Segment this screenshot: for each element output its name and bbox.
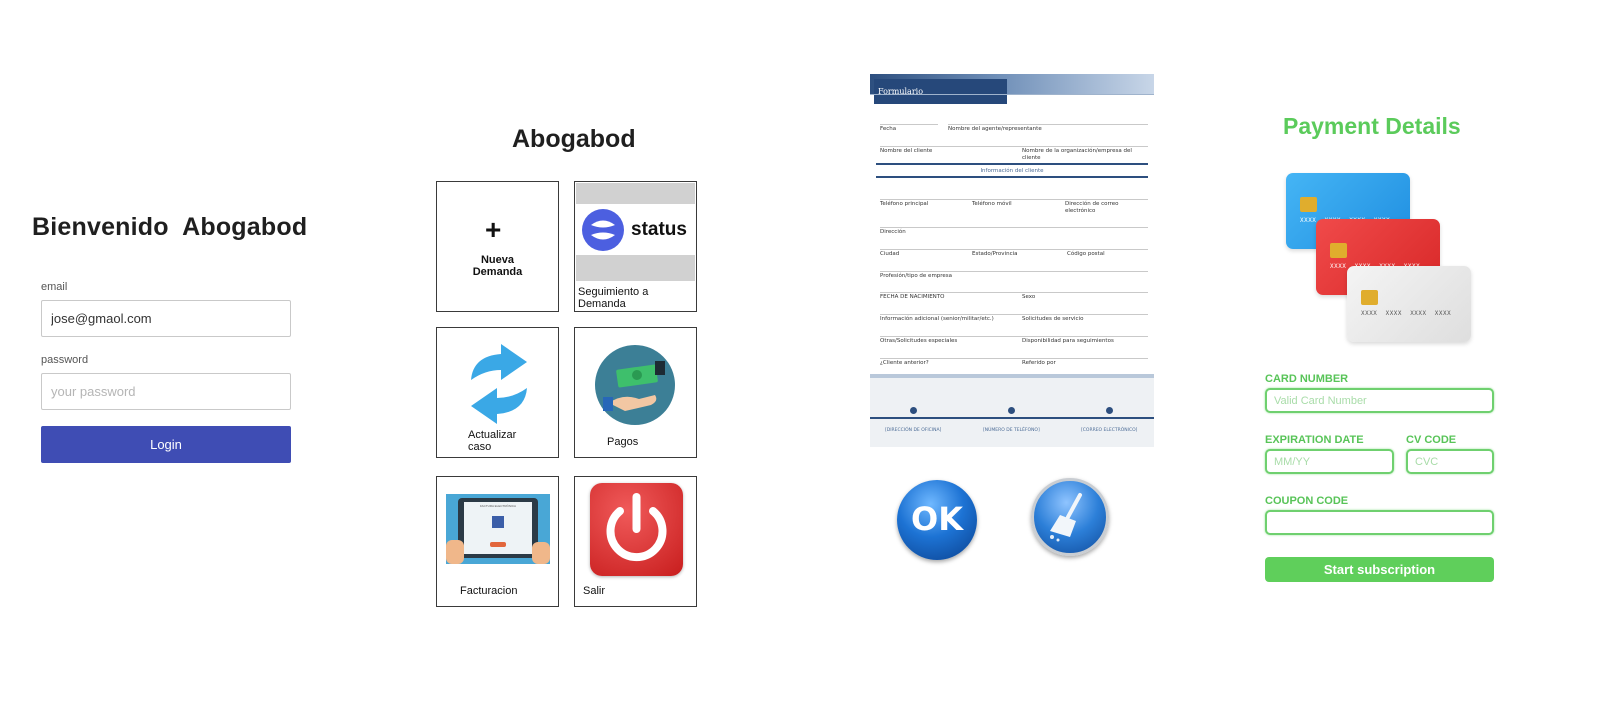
field-otras: Otras/Solicitudes especiales <box>880 338 958 344</box>
tile-label: Seguimiento a Demanda <box>578 286 649 310</box>
tile-label: Facturacion <box>460 585 518 597</box>
password-label: password <box>41 354 89 366</box>
field-tel-principal: Teléfono principal <box>880 201 929 207</box>
status-banner-top <box>576 183 695 204</box>
form-section-title: Información del cliente <box>980 168 1044 174</box>
client-form: Formulario Fecha Nombre del agente/repre… <box>870 74 1154 447</box>
field-correo: Dirección de correo electrónico <box>1065 201 1119 214</box>
payment-icon <box>595 345 675 425</box>
field-nacimiento: FECHA DE NACIMIENTO <box>880 294 945 300</box>
chip-icon <box>1361 290 1378 305</box>
location-pin-icon <box>910 407 917 414</box>
cvc-input[interactable] <box>1406 449 1494 474</box>
field-cliente: Nombre del cliente <box>880 148 933 154</box>
field-agente: Nombre del agente/representante <box>948 126 1042 132</box>
footer-correo: [CORREO ELECTRÓNICO] <box>1081 428 1138 433</box>
tile-pagos[interactable]: Pagos <box>574 327 697 458</box>
email-icon <box>1106 407 1113 414</box>
start-subscription-button[interactable]: Start subscription <box>1265 557 1494 582</box>
field-ciudad: Ciudad <box>880 251 900 257</box>
ok-button-label: OK <box>911 500 963 538</box>
tile-label: Pagos <box>607 436 639 448</box>
field-info-adicional: Información adicional (senior/militar/et… <box>880 316 994 322</box>
tile-label: Nueva Demanda <box>472 254 523 278</box>
field-estado: Estado/Provincia <box>972 251 1018 257</box>
field-organizacion: Nombre de la organización/empresa del cl… <box>1022 148 1132 161</box>
status-banner-bottom <box>576 255 695 281</box>
tile-nueva-demanda[interactable]: + Nueva Demanda <box>436 181 559 312</box>
field-referido: Referido por <box>1022 360 1056 366</box>
coupon-input[interactable] <box>1265 510 1494 535</box>
phone-icon <box>1008 407 1015 414</box>
card-number-input[interactable] <box>1265 388 1494 413</box>
email-input[interactable] <box>41 300 291 337</box>
chip-icon <box>1300 197 1317 212</box>
field-codigo: Código postal <box>1067 251 1105 257</box>
status-logo-icon <box>582 209 624 251</box>
invoice-tablet-icon: FACTURA ELECTRÓNICA <box>446 494 550 564</box>
footer-telefono: [NÚMERO DE TELÉFONO] <box>983 428 1040 433</box>
broom-icon <box>1050 493 1082 542</box>
status-logo-text: status <box>631 219 687 240</box>
tile-label: Salir <box>583 585 606 597</box>
field-sexo: Sexo <box>1022 294 1036 300</box>
cvc-label: CV CODE <box>1406 434 1457 446</box>
tile-salir[interactable]: Salir <box>574 476 697 607</box>
menu-title: Abogabod <box>512 125 636 153</box>
field-disponibilidad: Disponibilidad para seguimientos <box>1022 338 1114 344</box>
form-header-tab: Formulario <box>874 79 1007 104</box>
field-cliente-anterior: ¿Cliente anterior? <box>880 360 929 366</box>
white-card: XXXX XXXX XXXX XXXX <box>1347 266 1471 342</box>
ok-button[interactable]: OK <box>897 480 977 560</box>
footer-oficina: [DIRECCIÓN DE OFICINA] <box>885 428 942 433</box>
expiration-input[interactable] <box>1265 449 1394 474</box>
login-title: Bienvenido Abogabod <box>32 213 308 241</box>
field-solicitudes: Solicitudes de servicio <box>1022 316 1084 322</box>
clear-button[interactable] <box>1031 478 1109 556</box>
refresh-icon <box>471 344 527 424</box>
login-button[interactable]: Login <box>41 426 291 463</box>
field-profesion: Profesión/tipo de empresa <box>880 273 953 279</box>
expiration-label: EXPIRATION DATE <box>1265 434 1364 446</box>
chip-icon <box>1330 243 1347 258</box>
credit-cards-illustration: XXXX XXXX XXXX XXXX XXXX XXXX XXXX XXXX … <box>1286 173 1486 348</box>
plus-icon: + <box>485 214 502 245</box>
power-icon <box>590 483 683 576</box>
card-number-label: CARD NUMBER <box>1265 373 1349 385</box>
field-fecha: Fecha <box>880 126 897 132</box>
tile-seguimiento[interactable]: status Seguimiento a Demanda <box>574 181 697 312</box>
field-direccion: Dirección <box>880 229 906 235</box>
password-input[interactable] <box>41 373 291 410</box>
field-tel-movil: Teléfono móvil <box>972 201 1012 207</box>
tile-label: Actualizar caso <box>468 429 517 453</box>
email-label: email <box>41 281 68 293</box>
tile-actualizar-caso[interactable]: Actualizar caso <box>436 327 559 458</box>
coupon-label: COUPON CODE <box>1265 495 1349 507</box>
tile-facturacion[interactable]: FACTURA ELECTRÓNICA Facturacion <box>436 476 559 607</box>
payment-title: Payment Details <box>1283 113 1461 139</box>
